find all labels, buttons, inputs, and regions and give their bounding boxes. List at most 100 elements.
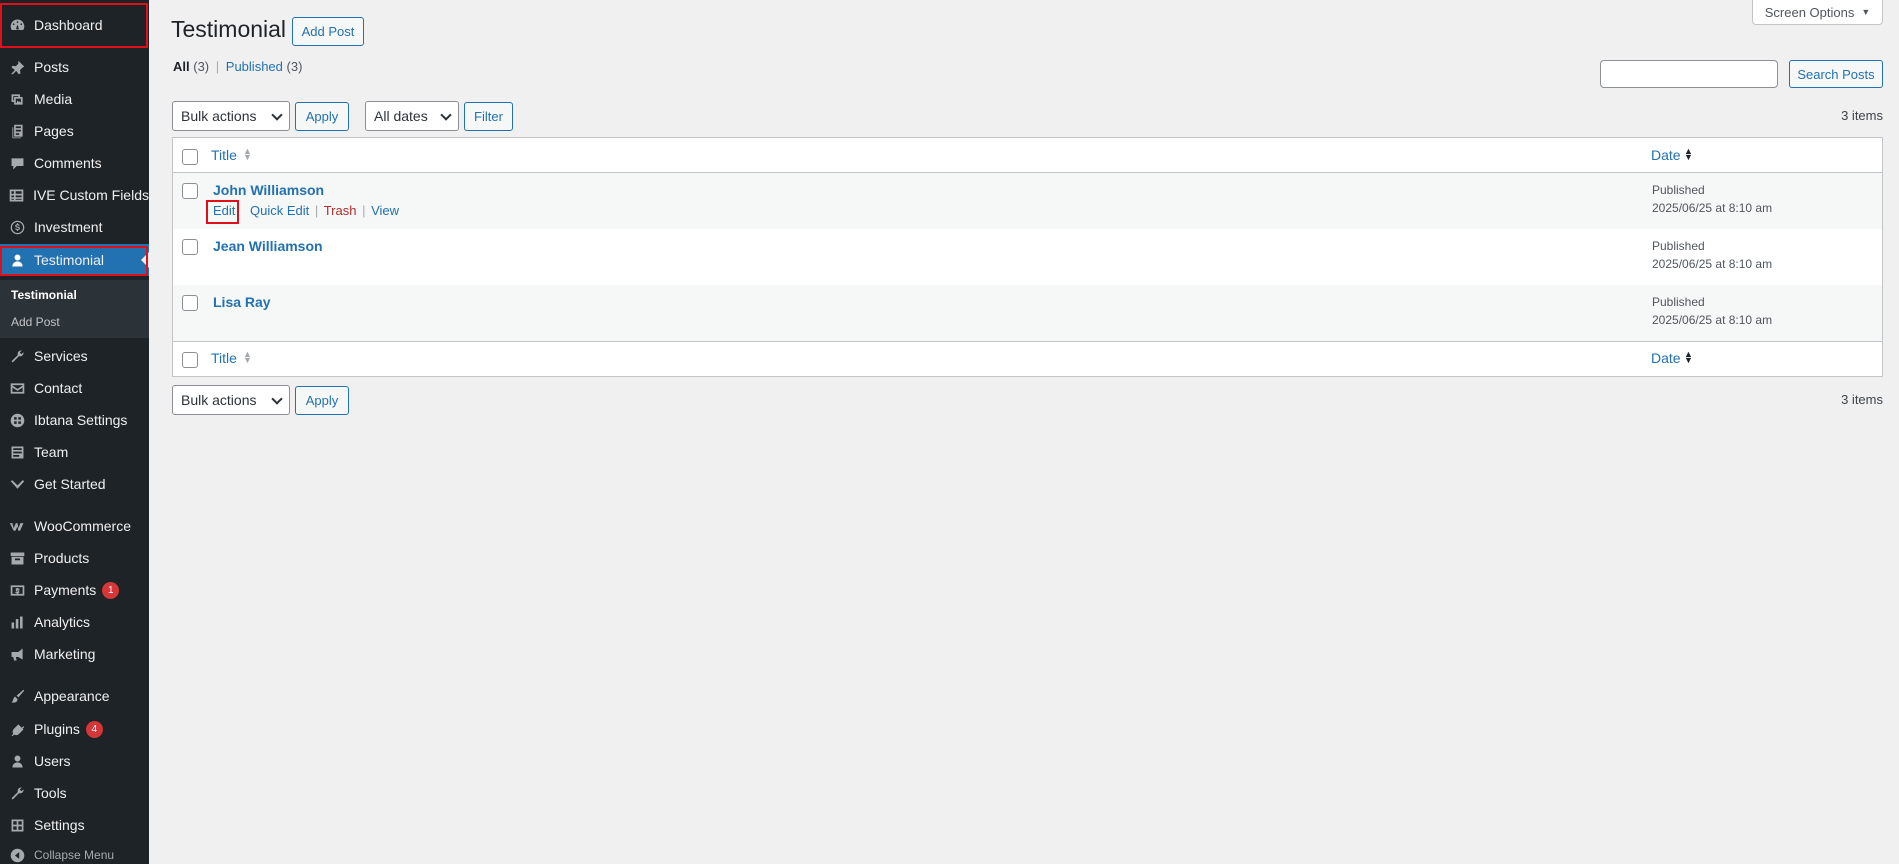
menu-label: Posts	[34, 59, 70, 75]
date-filter-value: All dates	[374, 108, 428, 124]
post-status: Published	[1652, 239, 1705, 253]
menu-testimonial[interactable]: Testimonial	[0, 244, 149, 276]
bulk-actions-select[interactable]: Bulk actions	[172, 101, 290, 131]
menu-investment[interactable]: Investment	[0, 211, 149, 243]
add-post-button[interactable]: Add Post	[292, 17, 364, 46]
menu-label: Collapse Menu	[34, 848, 115, 862]
filter-all[interactable]: All	[173, 59, 190, 74]
menu-services[interactable]: Services	[0, 340, 149, 372]
grid-icon	[0, 187, 33, 204]
plug-icon	[0, 721, 34, 738]
menu-media[interactable]: Media	[0, 83, 149, 115]
menu-settings[interactable]: Settings	[0, 809, 149, 841]
column-date-header[interactable]: Date	[1651, 147, 1681, 163]
menu-ive-custom-fields[interactable]: IVE Custom Fields	[0, 179, 149, 211]
menu-posts[interactable]: Posts	[0, 51, 149, 83]
edit-link[interactable]: Edit	[213, 203, 235, 218]
menu-get-started[interactable]: Get Started	[0, 468, 149, 500]
action-separator: |	[362, 203, 366, 218]
filter-separator: |	[215, 59, 220, 74]
pin-icon	[0, 59, 34, 76]
table-row	[173, 173, 1882, 229]
select-all-checkbox[interactable]	[182, 149, 198, 165]
column-title-header[interactable]: Title	[211, 147, 237, 163]
menu-plugins[interactable]: Plugins 4	[0, 713, 149, 745]
date-cell: Published 2025/06/25 at 8:10 am	[1652, 181, 1772, 217]
wrench-icon	[0, 348, 34, 365]
chevron-down-icon	[440, 109, 452, 121]
menu-label: Analytics	[34, 614, 91, 630]
menu-label: Comments	[34, 155, 102, 171]
users-icon	[0, 753, 34, 770]
view-link[interactable]: View	[371, 203, 399, 218]
row-checkbox[interactable]	[182, 183, 198, 199]
bulk-actions-value: Bulk actions	[181, 392, 257, 408]
collapse-menu-button[interactable]: Collapse Menu	[0, 840, 149, 864]
filter-published[interactable]: Published	[226, 59, 283, 74]
menu-users[interactable]: Users	[0, 745, 149, 777]
quick-edit-link[interactable]: Quick Edit	[250, 203, 309, 218]
post-title-link[interactable]: Lisa Ray	[213, 294, 271, 310]
menu-comments[interactable]: Comments	[0, 147, 149, 179]
dashboard-icon	[0, 17, 34, 34]
items-count-bottom: 3 items	[1841, 392, 1883, 407]
apply-button[interactable]: Apply	[295, 102, 349, 131]
menu-label: Media	[34, 91, 73, 107]
menu-label: Payments	[34, 582, 97, 598]
column-title-footer[interactable]: Title	[211, 350, 237, 366]
post-title-link[interactable]: Jean Williamson	[213, 238, 323, 254]
menu-label: Team	[34, 444, 69, 460]
trash-link[interactable]: Trash	[324, 203, 357, 218]
menu-marketing[interactable]: Marketing	[0, 638, 149, 670]
menu-payments[interactable]: Payments 1	[0, 574, 149, 606]
menu-appearance[interactable]: Appearance	[0, 680, 149, 712]
search-input[interactable]	[1600, 60, 1778, 88]
menu-label: Products	[34, 550, 90, 566]
menu-contact[interactable]: Contact	[0, 372, 149, 404]
bulk-actions-select-bottom[interactable]: Bulk actions	[172, 385, 290, 415]
date-filter-select[interactable]: All dates	[365, 101, 459, 131]
menu-team[interactable]: Team	[0, 436, 149, 468]
row-checkbox[interactable]	[182, 295, 198, 311]
payments-badge: 1	[102, 581, 120, 599]
action-separator: |	[314, 203, 319, 218]
menu-label: Investment	[34, 219, 103, 235]
submenu-add-post[interactable]: Add Post	[11, 315, 60, 329]
caret-down-icon: ▼	[1861, 7, 1871, 17]
menu-woocommerce[interactable]: WooCommerce	[0, 510, 149, 542]
search-posts-button[interactable]: Search Posts	[1789, 60, 1883, 88]
footer-divider	[173, 341, 1882, 342]
screen-options-button[interactable]: Screen Options ▼	[1752, 0, 1883, 25]
settings-icon	[0, 817, 34, 834]
date-cell: Published 2025/06/25 at 8:10 am	[1652, 237, 1772, 273]
column-date-footer[interactable]: Date	[1651, 350, 1681, 366]
apply-button-bottom[interactable]: Apply	[295, 386, 349, 415]
menu-ibtana-settings[interactable]: Ibtana Settings	[0, 404, 149, 436]
menu-label: Marketing	[34, 646, 96, 662]
post-date: 2025/06/25 at 8:10 am	[1652, 313, 1773, 327]
menu-products[interactable]: Products	[0, 542, 149, 574]
submenu-testimonial[interactable]: Testimonial	[11, 288, 77, 302]
post-title-link[interactable]: John Williamson	[213, 182, 324, 198]
menu-label: Dashboard	[34, 17, 103, 33]
user-icon	[0, 252, 34, 269]
menu-analytics[interactable]: Analytics	[0, 606, 149, 638]
menu-tools[interactable]: Tools	[0, 777, 149, 809]
menu-label: Ibtana Settings	[34, 412, 128, 428]
comments-icon	[0, 155, 34, 172]
sort-icon: ▲ ▼	[1684, 349, 1693, 365]
plugins-badge: 4	[85, 720, 103, 738]
menu-pages[interactable]: Pages	[0, 115, 149, 147]
filter-button[interactable]: Filter	[464, 102, 513, 131]
select-all-checkbox-footer[interactable]	[182, 352, 198, 368]
chevron-down-icon	[271, 109, 283, 121]
status-filters: All (3) | Published (3)	[173, 59, 302, 74]
archive-icon	[0, 550, 34, 567]
row-checkbox[interactable]	[182, 239, 198, 255]
menu-label: Contact	[34, 380, 83, 396]
brush-icon	[0, 688, 34, 705]
menu-label: Testimonial	[34, 252, 105, 268]
megaphone-icon	[0, 646, 34, 663]
menu-dashboard[interactable]: Dashboard	[0, 9, 149, 41]
dollar-icon	[0, 219, 34, 236]
